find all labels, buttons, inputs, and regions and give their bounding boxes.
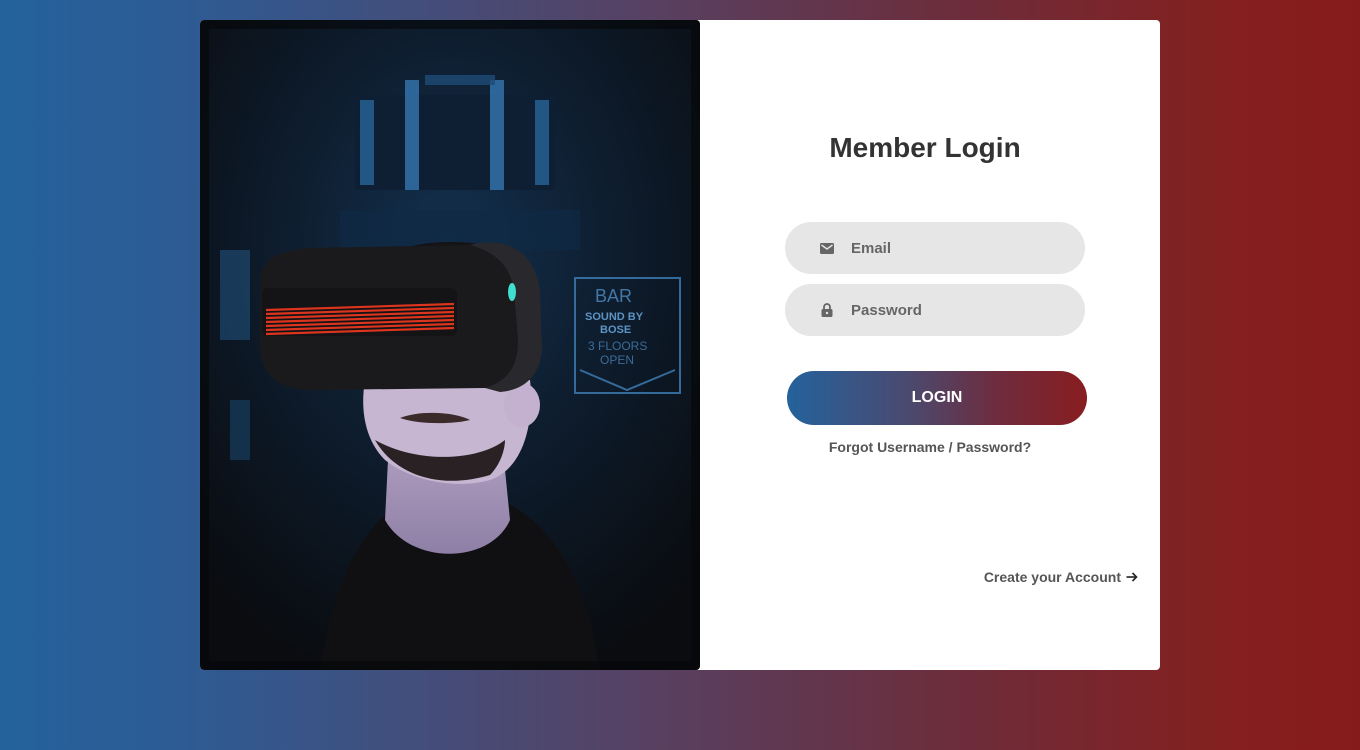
vr-headset-photo: BAR SOUND BY BOSE 3 FLOORS OPEN	[200, 20, 700, 670]
password-field[interactable]	[785, 284, 1085, 336]
mail-icon	[819, 240, 835, 256]
login-form-panel: Member Login LOGIN Forgot Username	[700, 20, 1160, 670]
forgot-password-link[interactable]: Forgot Username / Password?	[700, 439, 1160, 455]
svg-text:3 FLOORS: 3 FLOORS	[588, 339, 647, 353]
page-title: Member Login	[829, 132, 1021, 163]
svg-text:BOSE: BOSE	[600, 324, 631, 336]
arrow-right-icon	[1126, 572, 1138, 582]
email-input[interactable]	[851, 239, 1051, 257]
password-input[interactable]	[851, 301, 1051, 319]
create-account-label: Create your Account	[983, 569, 1121, 585]
login-button[interactable]: LOGIN	[787, 371, 1087, 425]
svg-text:BAR: BAR	[595, 286, 632, 306]
lock-icon	[819, 302, 835, 318]
create-account-link[interactable]: Create your Account	[984, 569, 1138, 585]
svg-text:OPEN: OPEN	[600, 353, 634, 367]
email-field[interactable]	[785, 222, 1085, 274]
login-card: BAR SOUND BY BOSE 3 FLOORS OPEN Member L…	[200, 20, 1160, 670]
svg-text:SOUND BY: SOUND BY	[585, 311, 644, 323]
